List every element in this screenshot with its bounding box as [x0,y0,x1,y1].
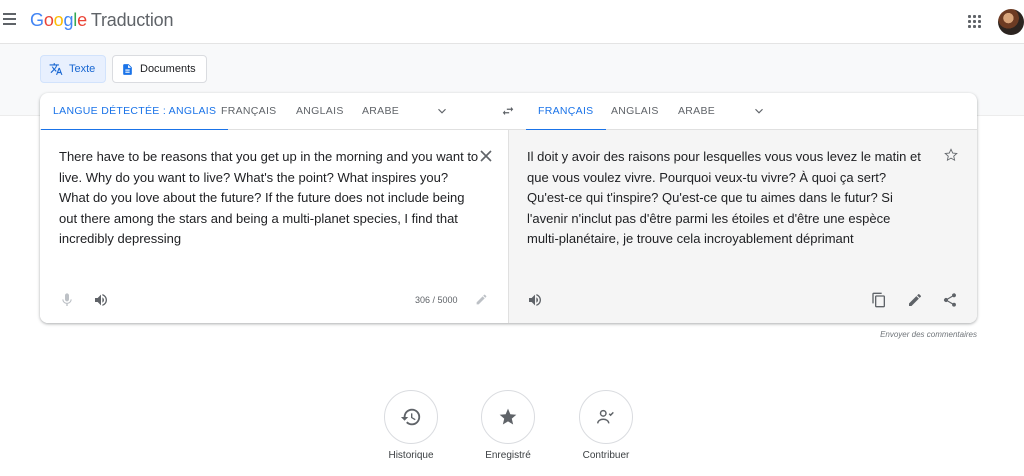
pencil-icon[interactable] [907,292,923,308]
speaker-icon[interactable] [93,292,109,308]
tab-source-french[interactable]: FRANÇAIS [221,93,277,130]
tab-source-arabic[interactable]: ARABE [362,93,399,130]
logo-letter: o [53,10,64,30]
swap-icon[interactable] [501,104,515,118]
logo-letter: o [43,10,54,30]
source-pane: There have to be reasons that you get up… [40,130,509,323]
character-count: 306 / 5000 [415,295,458,305]
app-logo[interactable]: Google Traduction [30,10,173,31]
avatar[interactable] [998,9,1024,35]
close-icon[interactable] [480,150,492,162]
menu-icon[interactable] [3,13,17,27]
history-circle[interactable] [384,390,438,444]
chevron-down-icon[interactable] [435,104,449,118]
chevron-down-icon[interactable] [752,104,766,118]
documents-mode-button[interactable]: Documents [112,55,207,83]
logo-letter: g [63,10,74,30]
history-label: Historique [388,450,434,461]
share-icon[interactable] [942,292,958,308]
tab-detected-language[interactable]: LANGUE DÉTECTÉE : ANGLAIS [40,93,229,131]
saved-button[interactable]: Enregistré [468,390,548,461]
tab-target-arabic[interactable]: ARABE [678,93,715,130]
saved-label: Enregistré [485,450,531,461]
send-feedback-link[interactable]: Envoyer des commentaires [880,330,977,339]
copy-icon[interactable] [871,292,887,308]
translate-icon [49,63,63,75]
logo-letter: e [77,10,87,30]
translation-card: LANGUE DÉTECTÉE : ANGLAIS FRANÇAIS ANGLA… [40,93,977,323]
contribute-icon [597,409,614,424]
text-mode-label: Texte [69,63,96,75]
logo-letter: G [30,10,44,30]
tab-source-english[interactable]: ANGLAIS [296,93,344,130]
contribute-button[interactable]: Contribuer [566,390,646,461]
contribute-label: Contribuer [582,450,630,461]
product-name: Traduction [90,10,174,30]
language-bar: LANGUE DÉTECTÉE : ANGLAIS FRANÇAIS ANGLA… [40,93,977,131]
saved-star-icon [499,408,517,425]
source-text-input[interactable]: There have to be reasons that you get up… [59,147,479,250]
saved-circle[interactable] [481,390,535,444]
history-icon [400,408,421,426]
translation-pane: Il doit y avoir des raisons pour lesquel… [509,130,977,323]
history-button[interactable]: Historique [371,390,451,461]
translated-text: Il doit y avoir des raisons pour lesquel… [527,149,921,246]
text-mode-button[interactable]: Texte [40,55,107,83]
top-bar: Google Traduction [0,0,1024,44]
speaker-icon[interactable] [527,292,543,308]
contribute-circle[interactable] [579,390,633,444]
star-icon[interactable] [943,147,959,163]
apps-icon[interactable] [968,15,982,29]
mic-icon[interactable] [59,292,75,308]
tab-target-english[interactable]: ANGLAIS [611,93,659,130]
documents-mode-label: Documents [140,63,196,75]
document-icon [123,63,132,75]
tab-target-french[interactable]: FRANÇAIS [526,93,605,131]
pencil-icon[interactable] [475,293,488,306]
